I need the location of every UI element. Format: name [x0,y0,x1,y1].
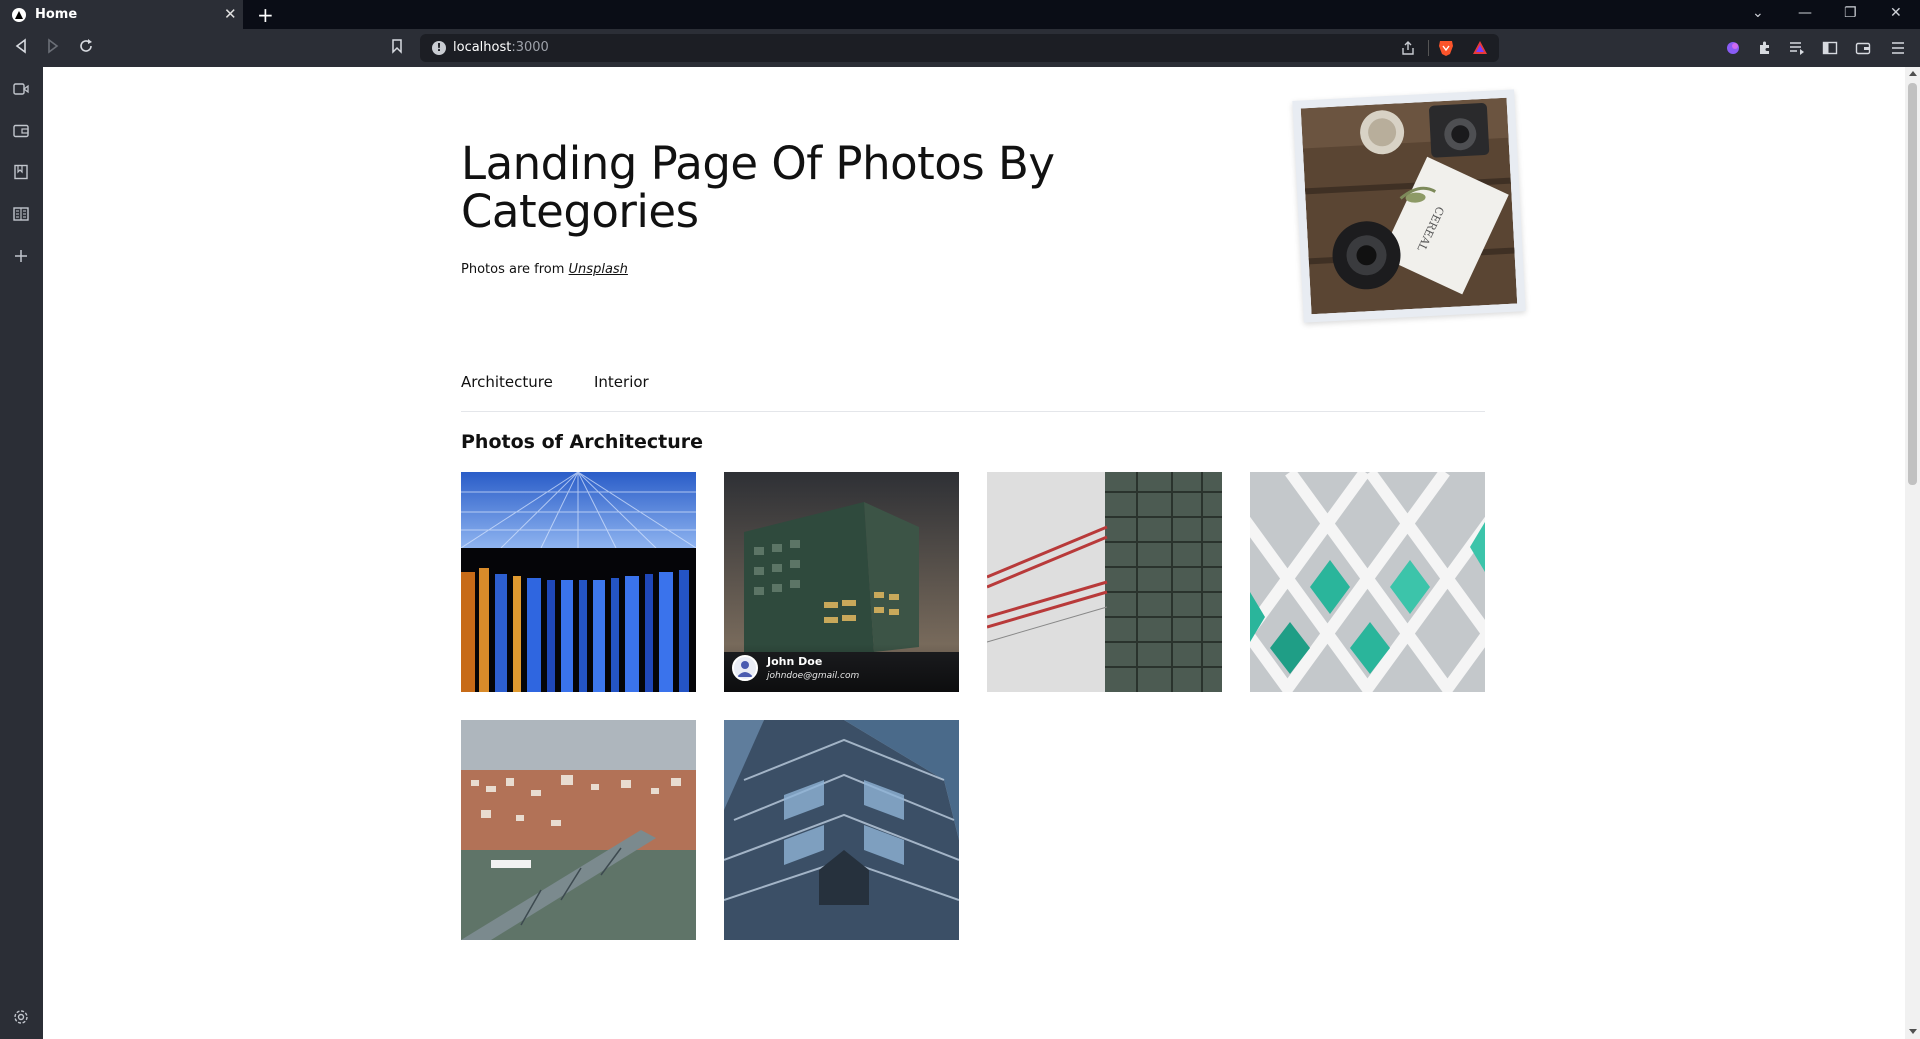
bookmarks-sidebar-icon[interactable] [13,164,29,184]
menu-icon[interactable] [1891,40,1905,60]
scrollbar-thumb[interactable] [1908,83,1917,485]
add-sidebar-item-icon[interactable] [13,248,29,268]
tab-strip: Home ✕ + ⌄ — ❐ ✕ [0,0,1920,29]
page-viewport: Landing Page Of Photos By Categories Pho… [43,67,1905,1039]
close-window-icon[interactable]: ✕ [1890,5,1902,21]
hero-photo-frame: CEREAL [1292,89,1526,323]
photo-tile[interactable] [987,472,1222,692]
tab-search-icon[interactable]: ⌄ [1752,5,1764,21]
extensions-icon[interactable] [1757,40,1773,60]
browser-toolbar: ! localhost:3000 [0,29,1920,67]
restore-icon[interactable]: ❐ [1844,5,1857,21]
photo-tile[interactable] [461,472,696,692]
scroll-down-icon[interactable] [1909,1029,1917,1034]
photo-angular-glass-building [724,720,959,940]
address-bar[interactable]: ! localhost:3000 [420,34,1499,62]
forward-icon[interactable] [46,38,60,58]
site-info-icon[interactable]: ! [432,41,446,55]
browser-sidebar [0,67,43,1039]
page-subtitle: Photos are from Unsplash [461,262,628,277]
category-architecture[interactable]: Architecture [461,373,553,391]
scroll-up-icon[interactable] [1909,71,1917,76]
wallet-sidebar-icon[interactable] [13,123,29,142]
sidebar-toggle-icon[interactable] [1822,40,1838,60]
playlist-icon[interactable] [1789,40,1805,60]
category-interior[interactable]: Interior [594,373,649,391]
photo-tile[interactable] [724,720,959,940]
author-name: John Doe [767,655,823,668]
brave-shields-icon[interactable] [1438,39,1454,61]
leo-ai-icon[interactable] [1725,40,1741,60]
hero-photo-cameras: CEREAL [1300,97,1518,315]
bookmark-icon[interactable] [391,38,403,58]
unsplash-link[interactable]: Unsplash [569,262,628,277]
photo-diamond-lattice-windows [1250,472,1485,692]
app-favicon-icon [12,8,26,22]
author-email: johndoe@gmail.com [767,671,860,681]
sidebar-settings-icon[interactable] [13,1009,29,1029]
tab-title: Home [35,7,78,22]
minimize-icon[interactable]: — [1798,5,1812,21]
category-divider [461,411,1485,412]
author-avatar [732,655,758,681]
photo-crane-glass-building [987,472,1222,692]
page-title: Landing Page Of Photos By Categories [461,137,1055,238]
tab-home[interactable]: Home ✕ [0,0,243,29]
reading-list-icon[interactable] [13,206,29,226]
section-title: Photos of Architecture [461,431,703,453]
url-text[interactable]: localhost:3000 [453,40,549,55]
photo-tile[interactable]: John Doe johndoe@gmail.com [724,472,959,692]
share-icon[interactable] [1400,40,1416,60]
author-overlay [724,644,959,692]
photo-tile[interactable] [1250,472,1485,692]
photo-tile[interactable] [461,720,696,940]
close-tab-icon[interactable]: ✕ [224,5,237,23]
new-tab-icon[interactable]: + [257,3,274,27]
reload-icon[interactable] [78,38,94,58]
urlbar-separator [1428,40,1429,56]
page-scrollbar[interactable] [1905,67,1920,1039]
photo-porto-bridge-city [461,720,696,940]
wallet-icon[interactable] [1855,40,1871,60]
brave-rewards-icon[interactable] [1472,40,1488,60]
back-icon[interactable] [14,38,28,58]
video-call-icon[interactable] [13,81,29,100]
photo-blue-glass-facade [461,472,696,692]
subtitle-text: Photos are from [461,262,565,277]
